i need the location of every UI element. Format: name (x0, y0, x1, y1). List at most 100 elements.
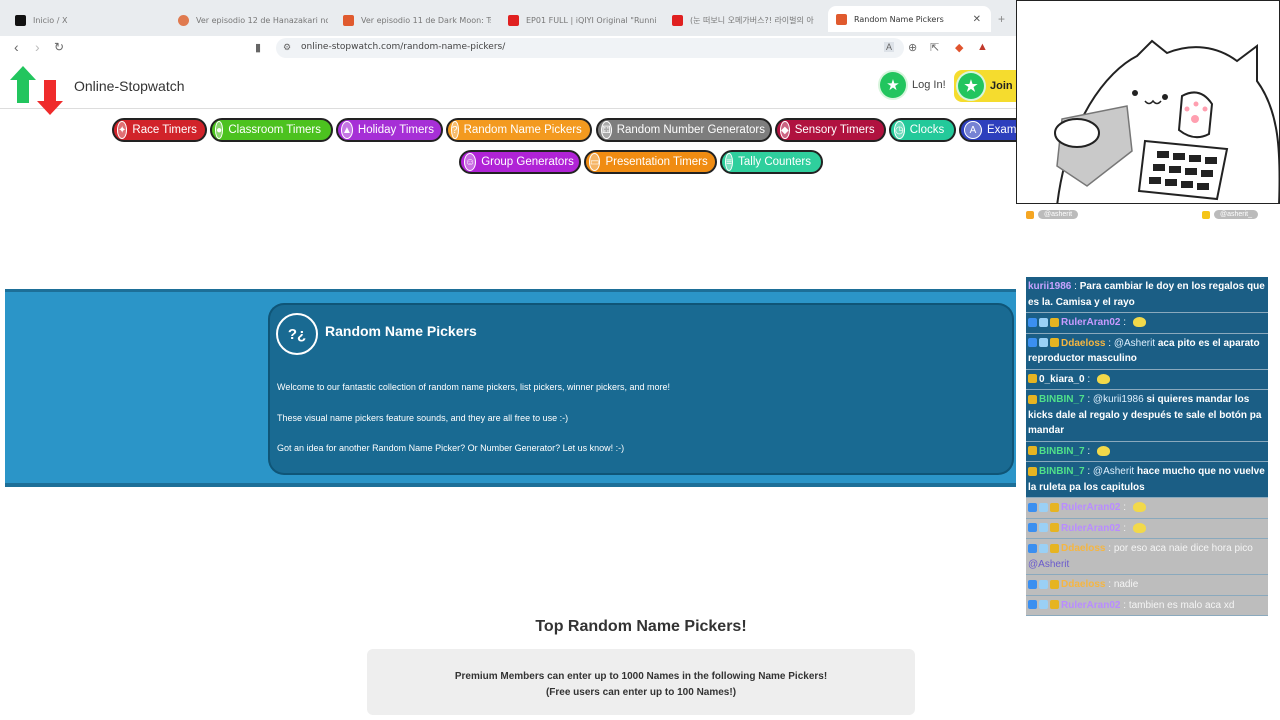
browser-toolbar: ‹ › ↻ ▮ ⚙ online-stopwatch.com/random-na… (0, 36, 1016, 60)
intro-text: Welcome to our fantastic collection of r… (277, 382, 670, 392)
chat-mention: @Asherit (1113, 337, 1158, 349)
nav-holiday-timers[interactable]: ▲ Holiday Timers (336, 118, 443, 142)
bookmark-icon[interactable]: ▮ (255, 41, 261, 54)
chat-badge-icon (1050, 543, 1059, 553)
translate-icon[interactable]: A (884, 42, 895, 52)
chat-badge-icon (1039, 579, 1048, 589)
x-logo-icon (15, 14, 26, 26)
chat-message: RulerAran02 : (1026, 498, 1268, 519)
chat-username: BINBIN_7 (1039, 466, 1085, 477)
emote-icon (1132, 502, 1146, 513)
chat-text: tambien es malo aca xd (1128, 599, 1235, 611)
share-icon[interactable]: ⇱ (930, 41, 939, 54)
nav-random-name-pickers[interactable]: ? Random Name Pickers (446, 118, 592, 142)
close-icon[interactable]: ✕ (973, 14, 981, 25)
chat-badge-icon (1028, 543, 1037, 553)
nav-label: Group Generators (481, 156, 574, 168)
star-icon: ★ (880, 72, 906, 98)
nav-tally-counters[interactable]: ≡ Tally Counters (720, 150, 823, 174)
nav-clocks[interactable]: ◷ Clocks (889, 118, 956, 142)
zoom-icon[interactable]: ⊕ (908, 41, 917, 54)
join-label: Join F (990, 80, 1016, 92)
chat-message: kurii1986 : Para cambiar le doy en los r… (1026, 277, 1268, 313)
site-header: Online-Stopwatch ★ Log In! ★ Join F (0, 62, 1016, 115)
nav-label: Exam (987, 124, 1016, 136)
forward-icon[interactable]: › (35, 40, 40, 54)
chat-badge-icon (1028, 600, 1037, 610)
tab-title: (눈 떠보니 오메가버스?! 라이벌의 아 (690, 15, 814, 25)
tab-omegaverse[interactable]: (눈 떠보니 오메가버스?! 라이벌의 아 (672, 9, 820, 31)
chat-message: RulerAran02 : (1026, 518, 1268, 539)
chat-username: BINBIN_7 (1039, 445, 1085, 457)
login-button[interactable]: ★ Log In! (880, 72, 946, 98)
chat-badge-icon (1039, 523, 1048, 533)
chat-username: RulerAran02 (1061, 317, 1121, 328)
site-settings-icon[interactable]: ⚙ (283, 42, 291, 53)
chat-username: Ddaeloss (1061, 337, 1106, 349)
chat-username: Ddaeloss (1061, 543, 1106, 554)
chat-badge-icon (1050, 600, 1059, 610)
url-text: online-stopwatch.com/random-name-pickers… (301, 42, 506, 52)
nav-presentation-timers[interactable]: ▭ Presentation Timers (584, 150, 717, 174)
twitter-icon (1202, 210, 1210, 219)
social-handle: @asherit (1026, 210, 1079, 219)
drop-icon: ◆ (780, 121, 790, 139)
chat-badge-icon (1050, 502, 1059, 512)
chat-message: Ddaeloss : @Asherit aca pito es el apara… (1026, 333, 1268, 370)
anime-site-icon (343, 14, 354, 26)
new-tab-button[interactable]: + (998, 12, 1005, 26)
chat-message: Ddaeloss : nadie (1026, 575, 1268, 596)
clock-icon: ◷ (894, 121, 905, 139)
anime-site-icon (178, 14, 189, 26)
tab-title: Random Name Pickers (854, 14, 944, 24)
rewards-icon[interactable]: ▲ (977, 41, 988, 53)
chat-text: nadie (1113, 579, 1139, 590)
tab-title: Ver episodio 11 de Dark Moon: Tsuki (361, 15, 491, 25)
tab-hanazakari[interactable]: Ver episodio 12 de Hanazakari no Ki (178, 9, 328, 31)
chat-badge-icon (1028, 466, 1037, 476)
nav-label: Random Name Pickers (463, 124, 582, 136)
chat-badge-icon (1039, 502, 1048, 512)
arrow-up-icon (10, 66, 36, 80)
site-name[interactable]: Online-Stopwatch (74, 78, 185, 94)
notice-line: Premium Members can enter up to 1000 Nam… (454, 671, 828, 682)
nav-label: Sensory Timers (794, 124, 875, 136)
chat-username: kurii1986 (1028, 281, 1072, 292)
nav-group-generators[interactable]: ☺ Group Generators (459, 150, 581, 174)
nav-race-timers[interactable]: ✦ Race Timers (112, 118, 207, 142)
arrow-down-stem (44, 80, 56, 102)
stopwatch-site-icon (836, 13, 847, 25)
handle-label: @asherit_ (1214, 210, 1259, 219)
nav-label: Random Number Generators (616, 124, 765, 136)
social-handle: @asherit_ (1202, 210, 1259, 219)
join-button[interactable]: ★ Join F (954, 70, 1016, 102)
tab-iqiyi[interactable]: EP01 FULL | iQIYI Original "Running (508, 9, 656, 31)
brave-shield-icon[interactable]: ◆ (955, 41, 963, 54)
nav-exam[interactable]: A Exam (959, 118, 1016, 142)
presentation-icon: ▭ (589, 153, 601, 171)
intro-text: Got an idea for another Random Name Pick… (277, 443, 625, 453)
chat-mention: @Asherit (1028, 558, 1070, 570)
chat-badge-icon (1028, 502, 1037, 512)
nav-sensory-timers[interactable]: ◆ Sensory Timers (775, 118, 886, 142)
handle-label: @asherit (1038, 210, 1079, 219)
chat-username: BINBIN_7 (1039, 394, 1085, 405)
nav-random-number-generators[interactable]: ⚃ Random Number Generators (596, 118, 772, 142)
reload-icon[interactable]: ↻ (54, 40, 64, 54)
tab-random-name-pickers[interactable]: Random Name Pickers ✕ (828, 6, 991, 32)
section-title: Top Random Name Pickers! (535, 618, 747, 635)
nav-classroom-timers[interactable]: ● Classroom Timers (210, 118, 333, 142)
intro-text: These visual name pickers feature sounds… (277, 413, 569, 423)
group-icon: ☺ (464, 153, 477, 171)
tab-title: EP01 FULL | iQIYI Original "Running (526, 15, 656, 25)
tab-x[interactable]: Inicio / X (15, 9, 165, 31)
address-bar[interactable]: ⚙ online-stopwatch.com/random-name-picke… (276, 38, 904, 58)
chat-message: RulerAran02 : tambien es malo aca xd (1026, 595, 1268, 616)
emote-icon (1096, 373, 1110, 384)
question-icon: ? (451, 121, 459, 139)
nav-label: Clocks (909, 124, 945, 136)
back-icon[interactable]: ‹ (14, 40, 19, 54)
tab-dark-moon[interactable]: Ver episodio 11 de Dark Moon: Tsuki (343, 9, 491, 31)
chat-badge-icon (1028, 338, 1037, 348)
chat-badge-icon (1028, 374, 1037, 384)
